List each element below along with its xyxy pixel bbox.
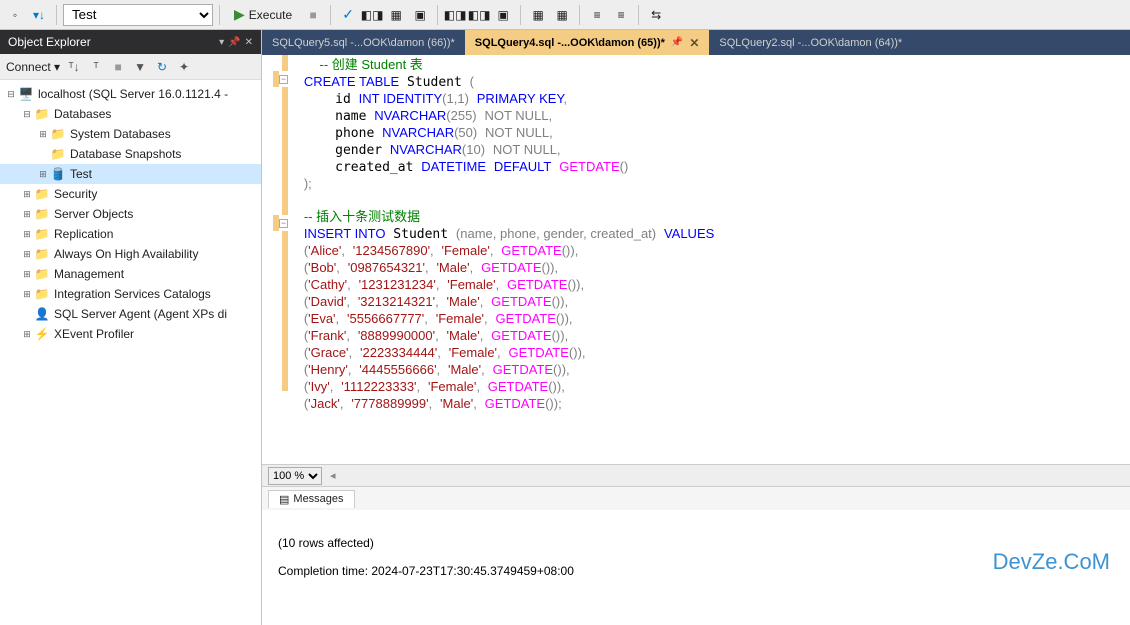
close-icon[interactable]: ✕ — [245, 37, 253, 48]
zoom-bar: 100 % ◂ — [262, 464, 1130, 486]
toolbar-icon-8[interactable]: ▦ — [551, 4, 573, 26]
messages-text: (10 rows affected) Completion time: 2024… — [278, 536, 574, 578]
database-selector[interactable]: Test — [63, 4, 213, 26]
folder-icon: 📁 — [34, 286, 50, 302]
toolbar-icon-10[interactable]: ≡ — [610, 4, 632, 26]
editor-tabstrip: SQLQuery5.sql -...OOK\damon (66))* SQLQu… — [262, 30, 1130, 55]
disconnect-icon[interactable]: ■ — [110, 59, 126, 75]
tab-label: SQLQuery4.sql -...OOK\damon (65))* — [475, 37, 665, 49]
object-explorer-titlebar: Object Explorer ▾ 📌 ✕ — [0, 30, 261, 54]
folder-icon: 📁 — [34, 186, 50, 202]
messages-pane[interactable]: (10 rows affected) Completion time: 2024… — [262, 510, 1130, 625]
messages-tab[interactable]: ▤ Messages — [268, 490, 355, 508]
editor-gutter: − − — [262, 55, 292, 464]
filter-icon[interactable]: ▼ — [132, 59, 148, 75]
connect-icon-2[interactable]: ᵀ — [88, 59, 104, 75]
tab-label: SQLQuery2.sql -...OOK\damon (64))* — [719, 37, 902, 49]
sql-editor[interactable]: − − -- 创建 Stud — [262, 55, 1130, 464]
folder-icon: 📁 — [34, 246, 50, 262]
node-security[interactable]: ⊞📁Security — [0, 184, 261, 204]
folder-icon: 📁 — [34, 226, 50, 242]
agent-icon: 👤 — [34, 306, 50, 322]
fold-icon[interactable]: − — [279, 219, 288, 228]
play-icon: ▶ — [234, 6, 245, 23]
object-explorer-panel: Object Explorer ▾ 📌 ✕ Connect ▾ ᵀ↓ ᵀ ■ ▼… — [0, 30, 262, 625]
connect-toolbar: Connect ▾ ᵀ↓ ᵀ ■ ▼ ↻ ✦ — [0, 54, 261, 80]
node-always-on[interactable]: ⊞📁Always On High Availability — [0, 244, 261, 264]
tab-query5[interactable]: SQLQuery5.sql -...OOK\damon (66))* — [262, 30, 465, 55]
node-system-databases[interactable]: ⊞📁System Databases — [0, 124, 261, 144]
toolbar-icon-9[interactable]: ≡ — [586, 4, 608, 26]
refresh-icon[interactable]: ↻ — [154, 59, 170, 75]
messages-icon: ▤ — [279, 493, 289, 506]
nav-back-icon[interactable]: ◦ — [4, 4, 26, 26]
fold-icon[interactable]: − — [279, 75, 288, 84]
object-tree[interactable]: ⊟🖥️localhost (SQL Server 16.0.1121.4 - ⊟… — [0, 80, 261, 625]
execute-label: Execute — [249, 8, 292, 22]
node-management[interactable]: ⊞📁Management — [0, 264, 261, 284]
code-content[interactable]: -- 创建 Student 表 CREATE TABLE Student ( i… — [292, 55, 1130, 464]
toolbar-icon-11[interactable]: ⇆ — [645, 4, 667, 26]
toolbar-icon-5[interactable]: ◧◨ — [468, 4, 490, 26]
node-xevent[interactable]: ⊞⚡XEvent Profiler — [0, 324, 261, 344]
zoom-selector[interactable]: 100 % — [268, 467, 322, 485]
close-icon[interactable]: ✕ — [689, 36, 699, 50]
node-replication[interactable]: ⊞📁Replication — [0, 224, 261, 244]
node-database-snapshots[interactable]: 📁Database Snapshots — [0, 144, 261, 164]
node-databases[interactable]: ⊟📁Databases — [0, 104, 261, 124]
node-sql-agent[interactable]: 👤SQL Server Agent (Agent XPs di — [0, 304, 261, 324]
node-test-db[interactable]: ⊞🛢️Test — [0, 164, 261, 184]
node-integration[interactable]: ⊞📁Integration Services Catalogs — [0, 284, 261, 304]
folder-icon: 📁 — [34, 206, 50, 222]
toolbar-icon-1[interactable]: ◧◨ — [361, 4, 383, 26]
stop-button[interactable]: ■ — [302, 4, 324, 26]
node-server[interactable]: ⊟🖥️localhost (SQL Server 16.0.1121.4 - — [0, 84, 261, 104]
folder-icon: 📁 — [50, 146, 66, 162]
favorites-icon[interactable]: ✦ — [176, 59, 192, 75]
folder-icon: 📁 — [34, 266, 50, 282]
database-icon: 🛢️ — [50, 166, 66, 182]
folder-icon: 📁 — [34, 106, 50, 122]
watermark: 开 发 者 DevZe.CoM — [993, 510, 1110, 619]
tab-query4[interactable]: SQLQuery4.sql -...OOK\damon (65))* 📌 ✕ — [465, 30, 710, 55]
toolbar-icon-3[interactable]: ▣ — [409, 4, 431, 26]
main-toolbar: ◦ ▾↓ Test ▶ Execute ■ ✓ ◧◨ ▦ ▣ ◧◨ ◧◨ ▣ ▦… — [0, 0, 1130, 30]
execute-button[interactable]: ▶ Execute — [226, 4, 300, 26]
connect-icon-1[interactable]: ᵀ↓ — [66, 59, 82, 75]
pin-icon[interactable]: 📌 — [671, 37, 683, 48]
tab-label: SQLQuery5.sql -...OOK\damon (66))* — [272, 37, 455, 49]
parse-button[interactable]: ✓ — [337, 4, 359, 26]
server-icon: 🖥️ — [18, 86, 34, 102]
dropdown-icon[interactable]: ▾ — [219, 37, 224, 48]
editor-area: SQLQuery5.sql -...OOK\damon (66))* SQLQu… — [262, 30, 1130, 625]
toolbar-icon-4[interactable]: ◧◨ — [444, 4, 466, 26]
toolbar-icon-7[interactable]: ▦ — [527, 4, 549, 26]
tree-icon[interactable]: ▾↓ — [28, 4, 50, 26]
pin-icon[interactable]: 📌 — [228, 37, 240, 48]
toolbar-icon-2[interactable]: ▦ — [385, 4, 407, 26]
toolbar-icon-6[interactable]: ▣ — [492, 4, 514, 26]
object-explorer-title: Object Explorer — [8, 35, 91, 49]
messages-tab-label: Messages — [293, 493, 343, 505]
folder-icon: 📁 — [50, 126, 66, 142]
tab-query2[interactable]: SQLQuery2.sql -...OOK\damon (64))* — [709, 30, 912, 55]
results-tabbar: ▤ Messages — [262, 486, 1130, 510]
node-server-objects[interactable]: ⊞📁Server Objects — [0, 204, 261, 224]
connect-button[interactable]: Connect ▾ — [6, 60, 60, 74]
xevent-icon: ⚡ — [34, 326, 50, 342]
